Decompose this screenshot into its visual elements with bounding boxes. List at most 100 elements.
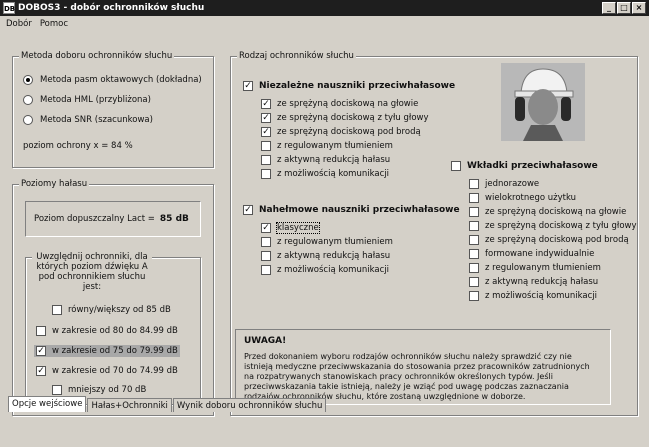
warning-panel: UWAGA! Przed dokonaniem wyboru rodzajów … bbox=[235, 329, 611, 405]
helmet-classic-checkbox[interactable]: ✓ bbox=[261, 223, 271, 233]
indep-active[interactable]: z aktywną redukcją hałasu bbox=[261, 155, 390, 165]
menu-bar: Dobór Pomoc bbox=[0, 16, 649, 32]
range-85-plus-checkbox[interactable] bbox=[52, 305, 62, 315]
plug-reusable[interactable]: wielokrotnego użytku bbox=[469, 193, 576, 203]
type-item-label: z możliwością komunikacji bbox=[277, 265, 389, 275]
radio-snr[interactable] bbox=[23, 115, 33, 125]
indep-adjustable[interactable]: z regulowanym tłumieniem bbox=[261, 141, 393, 151]
type-item-label: ze sprężyną dociskową z tyłu głowy bbox=[277, 113, 429, 123]
type-item-label: z możliwością komunikacji bbox=[485, 291, 597, 301]
plug-disposable-checkbox[interactable] bbox=[469, 179, 479, 189]
indep-head-spring-checkbox[interactable]: ✓ bbox=[261, 99, 271, 109]
plug-back-spring[interactable]: ze sprężyną dociskową z tyłu głowy bbox=[469, 221, 637, 231]
plug-active-checkbox[interactable] bbox=[469, 277, 479, 287]
range-70-75[interactable]: ✓ w zakresie od 70 do 74.99 dB bbox=[34, 365, 180, 377]
protection-level: poziom ochrony x = 84 % bbox=[23, 141, 133, 151]
radio-octave[interactable] bbox=[23, 75, 33, 85]
allowed-level-panel: Poziom dopuszczalny Lact = 85 dB bbox=[25, 201, 201, 237]
plug-active[interactable]: z aktywną redukcją hałasu bbox=[469, 277, 598, 287]
close-button[interactable]: × bbox=[632, 2, 646, 14]
window-title: DOBOS3 - dobór ochronników słuchu bbox=[18, 3, 205, 13]
range-75-80-checkbox[interactable]: ✓ bbox=[36, 346, 46, 356]
range-label: w zakresie od 70 do 74.99 dB bbox=[52, 366, 178, 376]
protector-types-group: Rodzaj ochronników słuchu ✓ Niezależne na… bbox=[230, 51, 638, 416]
plug-custom-checkbox[interactable] bbox=[469, 249, 479, 259]
app-icon: DB bbox=[3, 2, 15, 14]
plug-chin-spring-checkbox[interactable] bbox=[469, 235, 479, 245]
range-85-plus[interactable]: równy/większy od 85 dB bbox=[52, 305, 171, 315]
tab-selection-result[interactable]: Wynik doboru ochronników słuchu bbox=[172, 398, 327, 412]
minimize-button[interactable]: _ bbox=[602, 2, 616, 14]
plug-back-spring-checkbox[interactable] bbox=[469, 221, 479, 231]
indep-comm-checkbox[interactable] bbox=[261, 169, 271, 179]
noise-legend: Poziomy hałasu bbox=[19, 179, 90, 189]
indep-back-spring-checkbox[interactable]: ✓ bbox=[261, 113, 271, 123]
menu-dobor[interactable]: Dobór bbox=[6, 19, 32, 29]
plug-head-spring[interactable]: ze sprężyną dociskową na głowie bbox=[469, 207, 626, 217]
tab-input-options[interactable]: Opcje wejściowe bbox=[8, 396, 87, 412]
type-item-label: ze sprężyną dociskową pod brodą bbox=[277, 127, 421, 137]
helmet-earmuffs-checkbox[interactable]: ✓ bbox=[243, 205, 253, 215]
independent-earmuffs[interactable]: ✓ Niezależne nauszniki przeciwhałasowe bbox=[243, 81, 455, 91]
indep-comm[interactable]: z możliwością komunikacji bbox=[261, 169, 389, 179]
maximize-button[interactable]: □ bbox=[617, 2, 631, 14]
type-item-label: ze sprężyną dociskową z tyłu głowy bbox=[485, 221, 637, 231]
type-item-label: z regulowanym tłumieniem bbox=[277, 141, 393, 151]
method-option-octave[interactable]: Metoda pasm oktawowych (dokładna) bbox=[23, 75, 202, 85]
method-option-label: Metoda pasm oktawowych (dokładna) bbox=[40, 75, 202, 85]
type-item-label: formowane indywidualnie bbox=[485, 249, 595, 259]
range-75-80[interactable]: ✓ w zakresie od 75 do 79.99 dB bbox=[34, 345, 180, 357]
noise-levels-group: Poziomy hałasu Poziom dopuszczalny Lact … bbox=[12, 179, 214, 416]
method-option-hml[interactable]: Metoda HML (przybliżona) bbox=[23, 95, 151, 105]
type-item-label: jednorazowe bbox=[485, 179, 540, 189]
indep-adjustable-checkbox[interactable] bbox=[261, 141, 271, 151]
helmet-adjustable-checkbox[interactable] bbox=[261, 237, 271, 247]
range-below-70-checkbox[interactable] bbox=[52, 385, 62, 395]
helmet-active[interactable]: z aktywną redukcją hałasu bbox=[261, 251, 390, 261]
tab-noise-protectors[interactable]: Hałas+Ochronniki bbox=[87, 398, 172, 412]
plug-chin-spring[interactable]: ze sprężyną dociskową pod brodą bbox=[469, 235, 629, 245]
earplugs[interactable]: Wkładki przeciwhałasowe bbox=[451, 161, 598, 171]
helmet-comm-checkbox[interactable] bbox=[261, 265, 271, 275]
tab-bar: Opcje wejściowe Hałas+Ochronniki Wynik d… bbox=[8, 396, 327, 412]
range-70-75-checkbox[interactable]: ✓ bbox=[36, 366, 46, 376]
indep-chin-spring[interactable]: ✓ ze sprężyną dociskową pod brodą bbox=[261, 127, 421, 137]
earplugs-label: Wkładki przeciwhałasowe bbox=[467, 161, 598, 171]
helmet-earmuffs[interactable]: ✓ Nahełmowe nauszniki przeciwhałasowe bbox=[243, 205, 460, 215]
plug-custom[interactable]: formowane indywidualnie bbox=[469, 249, 594, 259]
method-option-snr[interactable]: Metoda SNR (szacunkowa) bbox=[23, 115, 153, 125]
earplugs-checkbox[interactable] bbox=[451, 161, 461, 171]
helmet-comm[interactable]: z możliwością komunikacji bbox=[261, 265, 389, 275]
plug-comm[interactable]: z możliwością komunikacji bbox=[469, 291, 597, 301]
plug-disposable[interactable]: jednorazowe bbox=[469, 179, 539, 189]
type-item-label: z możliwością komunikacji bbox=[277, 169, 389, 179]
plug-adjustable-checkbox[interactable] bbox=[469, 263, 479, 273]
plug-head-spring-checkbox[interactable] bbox=[469, 207, 479, 217]
earmuff-helmet-image bbox=[501, 63, 585, 141]
range-80-85-checkbox[interactable] bbox=[36, 326, 46, 336]
type-item-label: ze sprężyną dociskową na głowie bbox=[485, 207, 627, 217]
warning-text: Przed dokonaniem wyboru rodzajów ochronn… bbox=[244, 352, 590, 401]
plug-adjustable[interactable]: z regulowanym tłumieniem bbox=[469, 263, 601, 273]
indep-back-spring[interactable]: ✓ ze sprężyną dociskową z tyłu głowy bbox=[261, 113, 429, 123]
indep-active-checkbox[interactable] bbox=[261, 155, 271, 165]
range-label: w zakresie od 80 do 84.99 dB bbox=[52, 326, 178, 336]
method-group: Metoda doboru ochronników słuchu Metoda … bbox=[12, 51, 214, 168]
indep-head-spring[interactable]: ✓ ze sprężyną dociskową na głowie bbox=[261, 99, 418, 109]
type-item-label: wielokrotnego użytku bbox=[485, 193, 577, 203]
type-item-label: z aktywną redukcją hałasu bbox=[277, 155, 391, 165]
type-item-label: z regulowanym tłumieniem bbox=[485, 263, 601, 273]
helmet-classic[interactable]: ✓ klasyczne bbox=[261, 222, 320, 234]
indep-chin-spring-checkbox[interactable]: ✓ bbox=[261, 127, 271, 137]
menu-pomoc[interactable]: Pomoc bbox=[40, 19, 68, 29]
plug-comm-checkbox[interactable] bbox=[469, 291, 479, 301]
radio-hml[interactable] bbox=[23, 95, 33, 105]
helmet-adjustable[interactable]: z regulowanym tłumieniem bbox=[261, 237, 393, 247]
independent-earmuffs-checkbox[interactable]: ✓ bbox=[243, 81, 253, 91]
range-80-85[interactable]: w zakresie od 80 do 84.99 dB bbox=[34, 325, 180, 337]
type-item-label: z aktywną redukcją hałasu bbox=[485, 277, 599, 287]
plug-reusable-checkbox[interactable] bbox=[469, 193, 479, 203]
range-below-70[interactable]: mniejszy od 70 dB bbox=[52, 385, 146, 395]
warning-title: UWAGA! bbox=[244, 336, 287, 346]
helmet-active-checkbox[interactable] bbox=[261, 251, 271, 261]
